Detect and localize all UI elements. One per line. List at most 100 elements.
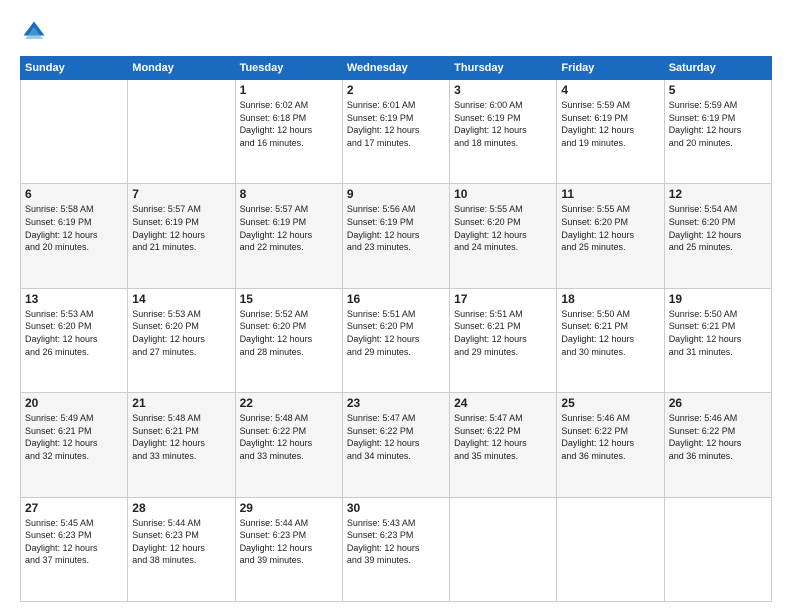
day-info: Sunrise: 5:54 AM Sunset: 6:20 PM Dayligh… (669, 203, 767, 253)
calendar-cell: 24 Sunrise: 5:47 AM Sunset: 6:22 PM Dayli… (450, 393, 557, 497)
day-info: Sunrise: 6:00 AM Sunset: 6:19 PM Dayligh… (454, 99, 552, 149)
calendar-cell: 21 Sunrise: 5:48 AM Sunset: 6:21 PM Dayli… (128, 393, 235, 497)
calendar-cell (128, 80, 235, 184)
day-number: 29 (240, 501, 338, 515)
day-number: 2 (347, 83, 445, 97)
day-number: 20 (25, 396, 123, 410)
day-info: Sunrise: 6:01 AM Sunset: 6:19 PM Dayligh… (347, 99, 445, 149)
calendar-cell: 15 Sunrise: 5:52 AM Sunset: 6:20 PM Dayli… (235, 288, 342, 392)
week-row-3: 13 Sunrise: 5:53 AM Sunset: 6:20 PM Dayli… (21, 288, 772, 392)
weekday-header-sunday: Sunday (21, 57, 128, 80)
weekday-header-friday: Friday (557, 57, 664, 80)
day-number: 25 (561, 396, 659, 410)
day-info: Sunrise: 5:43 AM Sunset: 6:23 PM Dayligh… (347, 517, 445, 567)
calendar-cell: 20 Sunrise: 5:49 AM Sunset: 6:21 PM Dayli… (21, 393, 128, 497)
day-number: 17 (454, 292, 552, 306)
calendar-cell: 30 Sunrise: 5:43 AM Sunset: 6:23 PM Dayli… (342, 497, 449, 601)
page: SundayMondayTuesdayWednesdayThursdayFrid… (0, 0, 792, 612)
day-number: 11 (561, 187, 659, 201)
calendar-cell: 27 Sunrise: 5:45 AM Sunset: 6:23 PM Dayli… (21, 497, 128, 601)
logo (20, 18, 52, 46)
day-info: Sunrise: 5:50 AM Sunset: 6:21 PM Dayligh… (561, 308, 659, 358)
day-info: Sunrise: 5:53 AM Sunset: 6:20 PM Dayligh… (25, 308, 123, 358)
calendar-cell (664, 497, 771, 601)
calendar-cell: 8 Sunrise: 5:57 AM Sunset: 6:19 PM Daylig… (235, 184, 342, 288)
day-number: 9 (347, 187, 445, 201)
day-number: 30 (347, 501, 445, 515)
calendar-cell: 11 Sunrise: 5:55 AM Sunset: 6:20 PM Dayli… (557, 184, 664, 288)
week-row-4: 20 Sunrise: 5:49 AM Sunset: 6:21 PM Dayli… (21, 393, 772, 497)
day-number: 1 (240, 83, 338, 97)
calendar-cell: 22 Sunrise: 5:48 AM Sunset: 6:22 PM Dayli… (235, 393, 342, 497)
header (20, 18, 772, 46)
day-info: Sunrise: 5:46 AM Sunset: 6:22 PM Dayligh… (561, 412, 659, 462)
weekday-header-saturday: Saturday (664, 57, 771, 80)
calendar-cell: 28 Sunrise: 5:44 AM Sunset: 6:23 PM Dayli… (128, 497, 235, 601)
day-number: 26 (669, 396, 767, 410)
day-info: Sunrise: 5:57 AM Sunset: 6:19 PM Dayligh… (240, 203, 338, 253)
calendar-table: SundayMondayTuesdayWednesdayThursdayFrid… (20, 56, 772, 602)
calendar-cell: 18 Sunrise: 5:50 AM Sunset: 6:21 PM Dayli… (557, 288, 664, 392)
day-info: Sunrise: 5:53 AM Sunset: 6:20 PM Dayligh… (132, 308, 230, 358)
day-number: 19 (669, 292, 767, 306)
day-info: Sunrise: 5:45 AM Sunset: 6:23 PM Dayligh… (25, 517, 123, 567)
calendar-cell: 17 Sunrise: 5:51 AM Sunset: 6:21 PM Dayli… (450, 288, 557, 392)
day-info: Sunrise: 5:55 AM Sunset: 6:20 PM Dayligh… (454, 203, 552, 253)
day-number: 24 (454, 396, 552, 410)
day-number: 3 (454, 83, 552, 97)
day-info: Sunrise: 5:48 AM Sunset: 6:22 PM Dayligh… (240, 412, 338, 462)
calendar-cell: 5 Sunrise: 5:59 AM Sunset: 6:19 PM Daylig… (664, 80, 771, 184)
calendar-cell (557, 497, 664, 601)
day-number: 18 (561, 292, 659, 306)
day-info: Sunrise: 5:59 AM Sunset: 6:19 PM Dayligh… (669, 99, 767, 149)
day-info: Sunrise: 5:44 AM Sunset: 6:23 PM Dayligh… (132, 517, 230, 567)
day-number: 15 (240, 292, 338, 306)
day-info: Sunrise: 5:50 AM Sunset: 6:21 PM Dayligh… (669, 308, 767, 358)
day-info: Sunrise: 5:55 AM Sunset: 6:20 PM Dayligh… (561, 203, 659, 253)
day-number: 8 (240, 187, 338, 201)
calendar-cell: 7 Sunrise: 5:57 AM Sunset: 6:19 PM Daylig… (128, 184, 235, 288)
day-number: 27 (25, 501, 123, 515)
week-row-5: 27 Sunrise: 5:45 AM Sunset: 6:23 PM Dayli… (21, 497, 772, 601)
calendar-cell (21, 80, 128, 184)
day-number: 10 (454, 187, 552, 201)
weekday-header-wednesday: Wednesday (342, 57, 449, 80)
day-number: 23 (347, 396, 445, 410)
day-number: 21 (132, 396, 230, 410)
day-number: 4 (561, 83, 659, 97)
day-info: Sunrise: 5:47 AM Sunset: 6:22 PM Dayligh… (454, 412, 552, 462)
day-info: Sunrise: 5:57 AM Sunset: 6:19 PM Dayligh… (132, 203, 230, 253)
weekday-header-thursday: Thursday (450, 57, 557, 80)
calendar-cell: 9 Sunrise: 5:56 AM Sunset: 6:19 PM Daylig… (342, 184, 449, 288)
day-info: Sunrise: 5:49 AM Sunset: 6:21 PM Dayligh… (25, 412, 123, 462)
calendar-cell: 19 Sunrise: 5:50 AM Sunset: 6:21 PM Dayli… (664, 288, 771, 392)
week-row-1: 1 Sunrise: 6:02 AM Sunset: 6:18 PM Daylig… (21, 80, 772, 184)
day-info: Sunrise: 5:56 AM Sunset: 6:19 PM Dayligh… (347, 203, 445, 253)
day-number: 13 (25, 292, 123, 306)
calendar-cell (450, 497, 557, 601)
day-number: 28 (132, 501, 230, 515)
calendar-cell: 25 Sunrise: 5:46 AM Sunset: 6:22 PM Dayli… (557, 393, 664, 497)
day-number: 22 (240, 396, 338, 410)
week-row-2: 6 Sunrise: 5:58 AM Sunset: 6:19 PM Daylig… (21, 184, 772, 288)
day-info: Sunrise: 5:51 AM Sunset: 6:21 PM Dayligh… (454, 308, 552, 358)
calendar-cell: 4 Sunrise: 5:59 AM Sunset: 6:19 PM Daylig… (557, 80, 664, 184)
day-number: 7 (132, 187, 230, 201)
day-info: Sunrise: 5:59 AM Sunset: 6:19 PM Dayligh… (561, 99, 659, 149)
day-info: Sunrise: 5:48 AM Sunset: 6:21 PM Dayligh… (132, 412, 230, 462)
calendar-cell: 26Sunrise: 5:46 AM Sunset: 6:22 PM Dayli… (664, 393, 771, 497)
calendar-cell: 3 Sunrise: 6:00 AM Sunset: 6:19 PM Daylig… (450, 80, 557, 184)
day-info: Sunrise: 5:51 AM Sunset: 6:20 PM Dayligh… (347, 308, 445, 358)
day-number: 14 (132, 292, 230, 306)
calendar-cell: 6 Sunrise: 5:58 AM Sunset: 6:19 PM Daylig… (21, 184, 128, 288)
calendar-cell: 12Sunrise: 5:54 AM Sunset: 6:20 PM Dayli… (664, 184, 771, 288)
day-number: 6 (25, 187, 123, 201)
calendar-cell: 23Sunrise: 5:47 AM Sunset: 6:22 PM Dayli… (342, 393, 449, 497)
day-info: Sunrise: 5:52 AM Sunset: 6:20 PM Dayligh… (240, 308, 338, 358)
calendar-cell: 29Sunrise: 5:44 AM Sunset: 6:23 PM Dayli… (235, 497, 342, 601)
day-info: Sunrise: 6:02 AM Sunset: 6:18 PM Dayligh… (240, 99, 338, 149)
day-number: 5 (669, 83, 767, 97)
weekday-header-tuesday: Tuesday (235, 57, 342, 80)
day-info: Sunrise: 5:58 AM Sunset: 6:19 PM Dayligh… (25, 203, 123, 253)
logo-icon (20, 18, 48, 46)
